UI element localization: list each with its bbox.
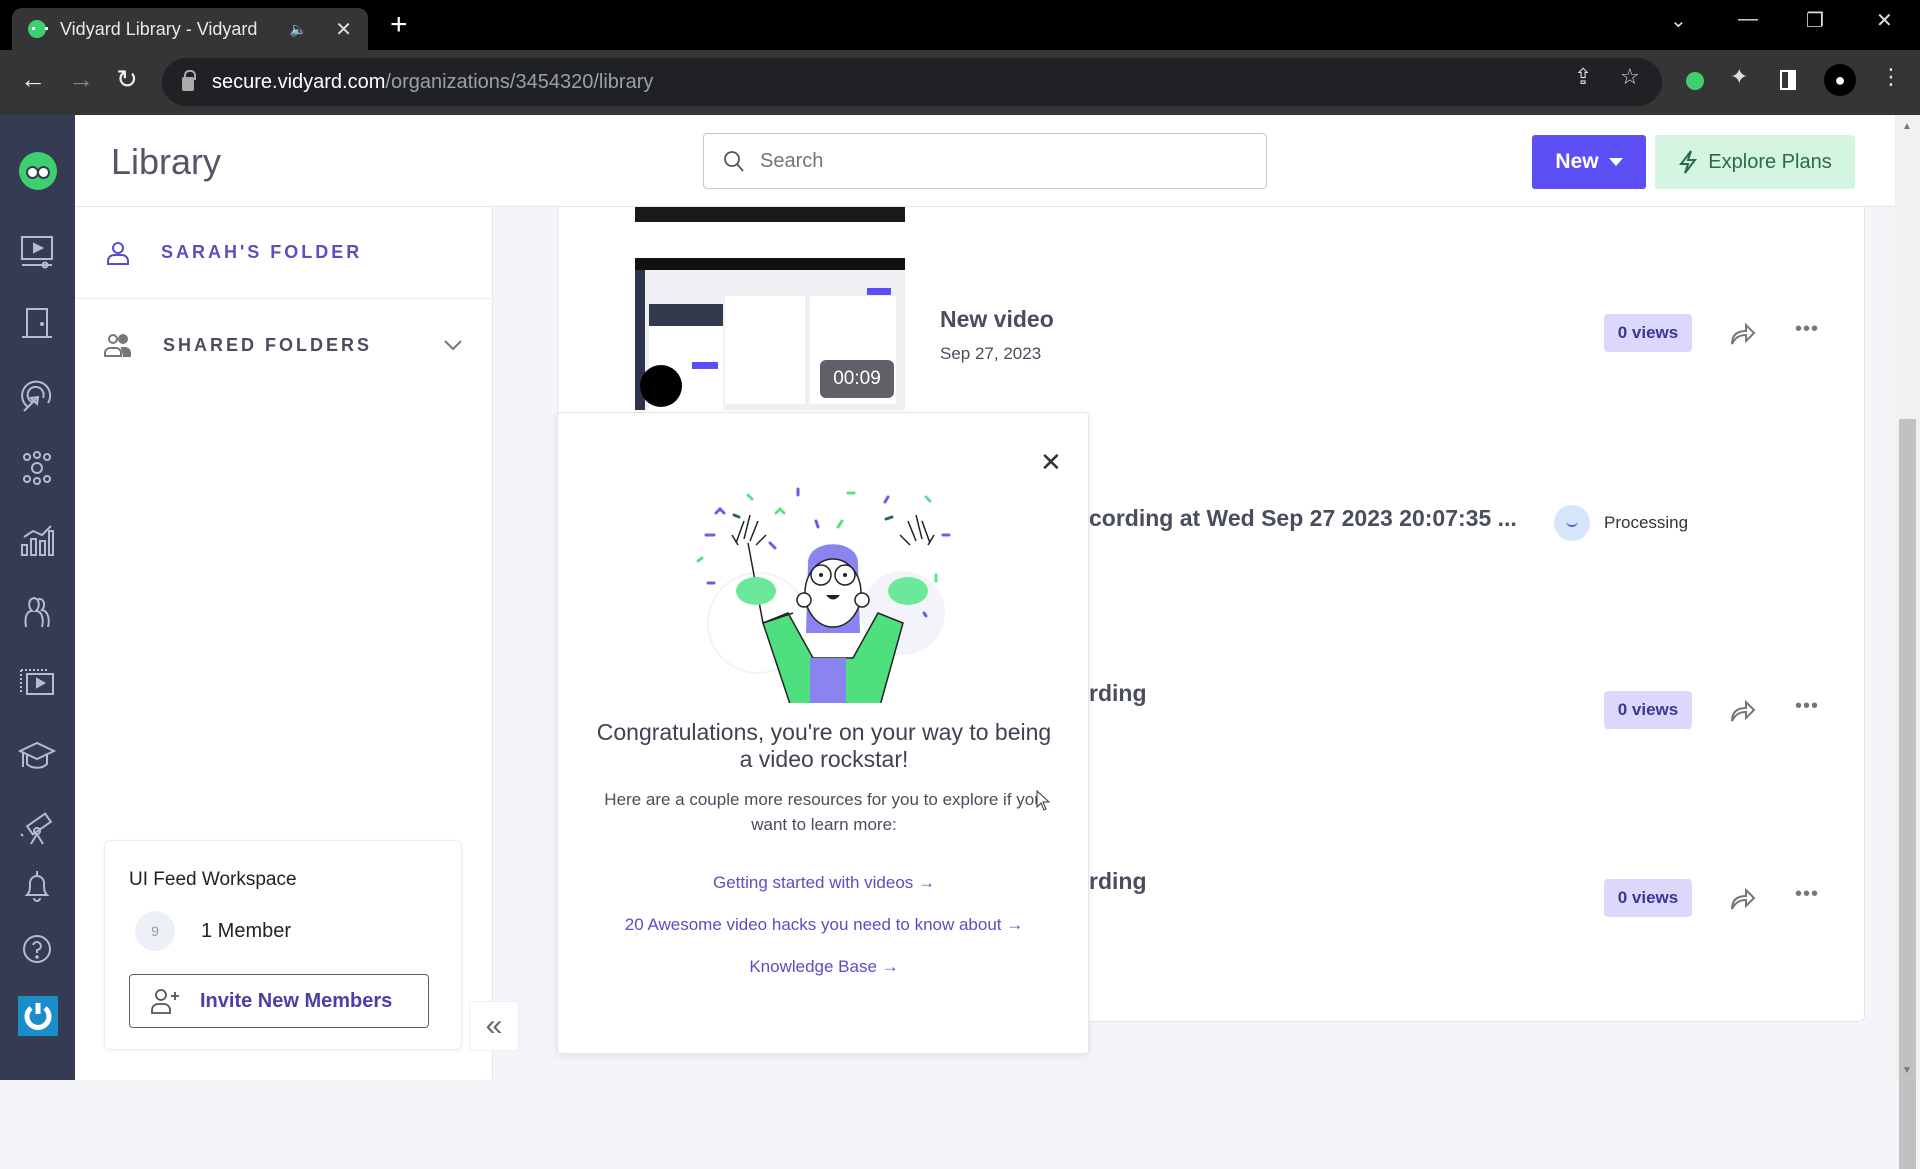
team-people-icon[interactable] bbox=[18, 593, 56, 631]
workspace-card: UI Feed Workspace 9 1 Member Invite New … bbox=[104, 840, 462, 1050]
scrollbar-thumb[interactable] bbox=[1899, 419, 1916, 1169]
congrats-modal: ✕ Congratulations, you're on your way to… bbox=[557, 412, 1089, 1054]
scroll-up-arrow-icon[interactable]: ▲ bbox=[1902, 121, 1912, 132]
browser-menu-icon[interactable]: ⋮ bbox=[1880, 64, 1902, 90]
search-input[interactable] bbox=[760, 149, 1240, 173]
new-button-label: New bbox=[1555, 150, 1599, 173]
close-window-icon[interactable]: ✕ bbox=[1876, 8, 1893, 33]
address-bar[interactable]: secure.vidyard.com /organizations/345432… bbox=[162, 58, 1662, 106]
processing-status: Processing bbox=[1554, 505, 1688, 541]
share-icon[interactable] bbox=[1728, 885, 1756, 913]
minimize-icon[interactable]: — bbox=[1738, 8, 1758, 31]
account-power-icon[interactable] bbox=[18, 996, 58, 1036]
video-duration: 00:09 bbox=[820, 360, 894, 398]
double-chevron-left-icon: « bbox=[485, 1009, 503, 1042]
more-options-icon[interactable]: ••• bbox=[1795, 695, 1819, 718]
close-tab-icon[interactable]: ✕ bbox=[335, 17, 352, 42]
processing-spinner-icon bbox=[1554, 505, 1590, 541]
shared-folders-label: SHARED FOLDERS bbox=[163, 334, 373, 355]
lock-icon bbox=[182, 70, 196, 91]
tab-search-icon[interactable]: ⌄ bbox=[1670, 8, 1687, 33]
reload-icon[interactable]: ↻ bbox=[116, 64, 138, 95]
url-host: secure.vidyard.com bbox=[212, 70, 386, 93]
video-thumbnail-partial[interactable] bbox=[635, 207, 905, 222]
vidyard-logo[interactable] bbox=[19, 152, 57, 190]
new-tab-button[interactable]: + bbox=[390, 8, 408, 42]
processing-label: Processing bbox=[1604, 513, 1689, 532]
user-icon bbox=[107, 241, 129, 265]
app-header: Library New Explore Plans bbox=[75, 115, 1895, 207]
video-title[interactable]: rding bbox=[1089, 680, 1147, 707]
restore-icon[interactable]: ❐ bbox=[1806, 8, 1824, 33]
explore-plans-label: Explore Plans bbox=[1708, 150, 1832, 173]
bookmark-star-icon[interactable]: ☆ bbox=[1620, 64, 1640, 90]
modal-heading: Congratulations, you're on your way to b… bbox=[596, 719, 1052, 772]
mouse-cursor-icon bbox=[1036, 790, 1051, 811]
folder-item-my-folder[interactable]: SARAH'S FOLDER bbox=[75, 207, 493, 299]
app-nav-rail bbox=[0, 115, 75, 1080]
integrations-hub-icon[interactable] bbox=[18, 449, 56, 487]
my-folder-label: SARAH'S FOLDER bbox=[161, 242, 363, 262]
extensions-puzzle-icon[interactable]: ✦ bbox=[1730, 64, 1748, 90]
views-badge[interactable]: 0 views bbox=[1604, 691, 1692, 729]
page-title: Library bbox=[111, 141, 222, 182]
forward-icon[interactable]: → bbox=[68, 64, 94, 95]
share-page-icon[interactable]: ⇪ bbox=[1574, 64, 1592, 90]
member-avatar: 9 bbox=[135, 911, 175, 951]
browser-tab[interactable]: Vidyard Library - Vidyard 🔈 ✕ bbox=[12, 8, 368, 50]
search-box[interactable] bbox=[703, 133, 1267, 189]
views-badge[interactable]: 0 views bbox=[1604, 879, 1692, 917]
lightning-icon bbox=[1679, 150, 1698, 174]
knowledge-base-link[interactable]: Knowledge Base → bbox=[558, 957, 1090, 977]
more-options-icon[interactable]: ••• bbox=[1795, 883, 1819, 906]
browser-tabstrip: Vidyard Library - Vidyard 🔈 ✕ + ⌄ — ❐ ✕ bbox=[0, 0, 1920, 50]
close-modal-icon[interactable]: ✕ bbox=[1040, 447, 1062, 478]
workspace-name: UI Feed Workspace bbox=[129, 869, 297, 890]
video-title[interactable]: rding bbox=[1089, 868, 1147, 895]
rooms-door-icon[interactable] bbox=[18, 305, 56, 343]
vidyard-extension-icon[interactable] bbox=[1686, 72, 1704, 90]
folder-item-shared[interactable]: SHARED FOLDERS bbox=[75, 299, 493, 391]
browser-toolbar: ← → ↻ secure.vidyard.com /organizations/… bbox=[0, 50, 1920, 115]
new-button[interactable]: New bbox=[1532, 135, 1646, 189]
profile-avatar-icon[interactable]: ● bbox=[1824, 64, 1856, 96]
video-title[interactable]: cording at Wed Sep 27 2023 20:07:35 ... bbox=[1089, 505, 1517, 532]
search-icon bbox=[724, 151, 744, 172]
more-options-icon[interactable]: ••• bbox=[1795, 318, 1819, 341]
share-icon[interactable] bbox=[1728, 697, 1756, 725]
url-path: /organizations/3454320/library bbox=[385, 70, 654, 93]
caret-down-icon bbox=[1608, 158, 1623, 166]
notifications-bell-icon[interactable] bbox=[18, 867, 56, 905]
collapse-sidebar-button[interactable]: « bbox=[469, 1001, 519, 1051]
video-hacks-link[interactable]: 20 Awesome video hacks you need to know … bbox=[558, 915, 1090, 935]
training-cap-icon[interactable] bbox=[18, 737, 56, 775]
invite-members-button[interactable]: Invite New Members bbox=[129, 974, 429, 1028]
share-icon[interactable] bbox=[1728, 320, 1756, 348]
views-badge[interactable]: 0 views bbox=[1604, 314, 1692, 352]
video-date: Sep 27, 2023 bbox=[940, 344, 1042, 363]
add-user-icon bbox=[151, 989, 179, 1014]
invite-members-label: Invite New Members bbox=[200, 989, 393, 1012]
explore-plans-button[interactable]: Explore Plans bbox=[1655, 135, 1855, 189]
back-icon[interactable]: ← bbox=[20, 64, 46, 95]
side-panel-icon[interactable] bbox=[1780, 70, 1796, 90]
tab-title: Vidyard Library - Vidyard bbox=[60, 18, 258, 39]
speaker-icon[interactable]: 🔈 bbox=[290, 21, 307, 38]
campaigns-target-icon[interactable] bbox=[18, 377, 56, 415]
member-count: 1 Member bbox=[201, 920, 292, 942]
chevron-down-icon[interactable] bbox=[443, 339, 463, 351]
page-scrollbar[interactable]: ▲ ▼ bbox=[1895, 115, 1920, 1169]
playlists-icon[interactable] bbox=[18, 665, 56, 703]
help-icon[interactable] bbox=[18, 930, 56, 968]
explore-telescope-icon[interactable] bbox=[18, 809, 56, 847]
vidyard-favicon-icon bbox=[28, 20, 48, 38]
group-icon bbox=[104, 334, 131, 357]
scroll-down-arrow-icon[interactable]: ▼ bbox=[1902, 1065, 1912, 1076]
videos-nav-icon[interactable] bbox=[18, 233, 56, 271]
modal-subtext: Here are a couple more resources for you… bbox=[604, 790, 1044, 834]
video-title[interactable]: New video bbox=[940, 306, 1054, 333]
getting-started-link[interactable]: Getting started with videos → bbox=[558, 873, 1090, 893]
analytics-chart-icon[interactable] bbox=[18, 521, 56, 559]
celebration-illustration bbox=[696, 487, 951, 703]
